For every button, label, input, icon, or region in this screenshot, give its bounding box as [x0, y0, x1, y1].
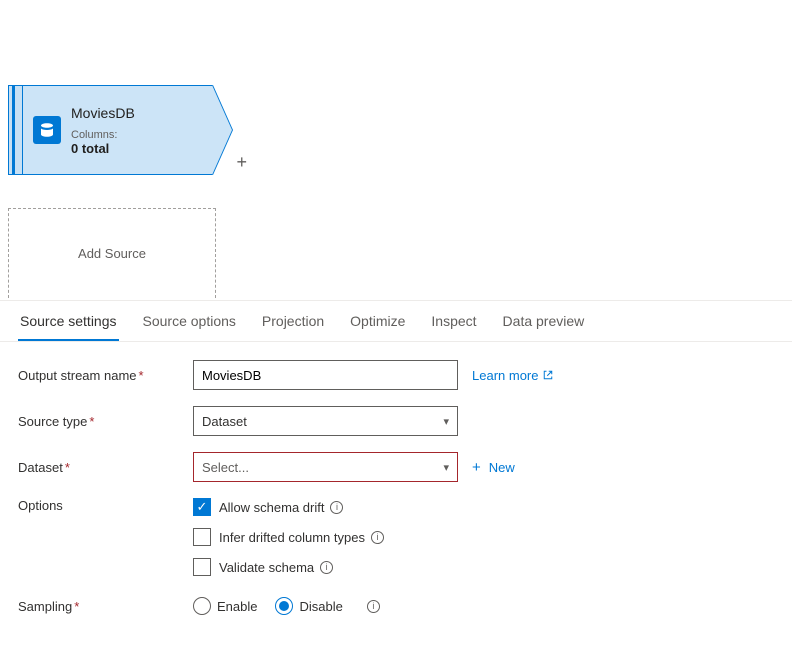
sampling-label: Sampling* [18, 599, 193, 614]
tab-source-options[interactable]: Source options [141, 301, 238, 341]
options-label: Options [18, 498, 193, 513]
learn-more-link[interactable]: Learn more [472, 368, 554, 383]
add-source-label: Add Source [78, 246, 146, 261]
add-transform-icon[interactable]: + [236, 152, 247, 173]
validate-schema-checkbox[interactable] [193, 558, 211, 576]
dataset-placeholder: Select... [202, 460, 249, 475]
node-columns-label: Columns: [71, 129, 135, 141]
chevron-down-icon: ▾ [443, 461, 449, 474]
sampling-enable-option[interactable]: Enable [193, 597, 257, 615]
external-link-icon [542, 369, 554, 381]
info-icon[interactable]: i [367, 600, 380, 613]
output-stream-label: Output stream name* [18, 368, 193, 383]
plus-icon: + [472, 459, 481, 476]
validate-schema-option[interactable]: Validate schema i [193, 558, 384, 576]
sampling-disable-radio[interactable] [275, 597, 293, 615]
tab-source-settings[interactable]: Source settings [18, 301, 119, 341]
new-dataset-button[interactable]: +New [472, 459, 515, 476]
add-source-placeholder[interactable]: Add Source [8, 208, 216, 298]
node-columns-count: 0 total [71, 141, 135, 156]
database-icon [33, 116, 61, 144]
tab-inspect[interactable]: Inspect [429, 301, 478, 341]
source-type-select[interactable]: Dataset ▾ [193, 406, 458, 436]
node-title: MoviesDB [71, 105, 135, 121]
sampling-enable-radio[interactable] [193, 597, 211, 615]
source-type-value: Dataset [202, 414, 247, 429]
chevron-down-icon: ▾ [443, 415, 449, 428]
node-body[interactable]: MoviesDB Columns: 0 total [22, 85, 213, 175]
source-node[interactable]: MoviesDB Columns: 0 total + [8, 85, 213, 175]
dataset-label: Dataset* [18, 460, 193, 475]
source-type-label: Source type* [18, 414, 193, 429]
infer-drifted-checkbox[interactable] [193, 528, 211, 546]
node-drag-handle[interactable] [8, 85, 22, 175]
source-settings-form: Output stream name* Learn more Source ty… [0, 342, 792, 646]
info-icon[interactable]: i [371, 531, 384, 544]
sampling-disable-option[interactable]: Disable [275, 597, 342, 615]
info-icon[interactable]: i [320, 561, 333, 574]
tab-optimize[interactable]: Optimize [348, 301, 407, 341]
dataflow-canvas: MoviesDB Columns: 0 total + Add Source [0, 0, 792, 300]
dataset-select[interactable]: Select... ▾ [193, 452, 458, 482]
tab-bar: Source settings Source options Projectio… [0, 301, 792, 342]
allow-schema-drift-option[interactable]: ✓ Allow schema drift i [193, 498, 384, 516]
info-icon[interactable]: i [330, 501, 343, 514]
settings-panel: Source settings Source options Projectio… [0, 300, 792, 646]
tab-projection[interactable]: Projection [260, 301, 326, 341]
allow-schema-drift-checkbox[interactable]: ✓ [193, 498, 211, 516]
node-text: MoviesDB Columns: 0 total [71, 105, 135, 156]
tab-data-preview[interactable]: Data preview [501, 301, 587, 341]
output-stream-input[interactable] [193, 360, 458, 390]
infer-drifted-option[interactable]: Infer drifted column types i [193, 528, 384, 546]
